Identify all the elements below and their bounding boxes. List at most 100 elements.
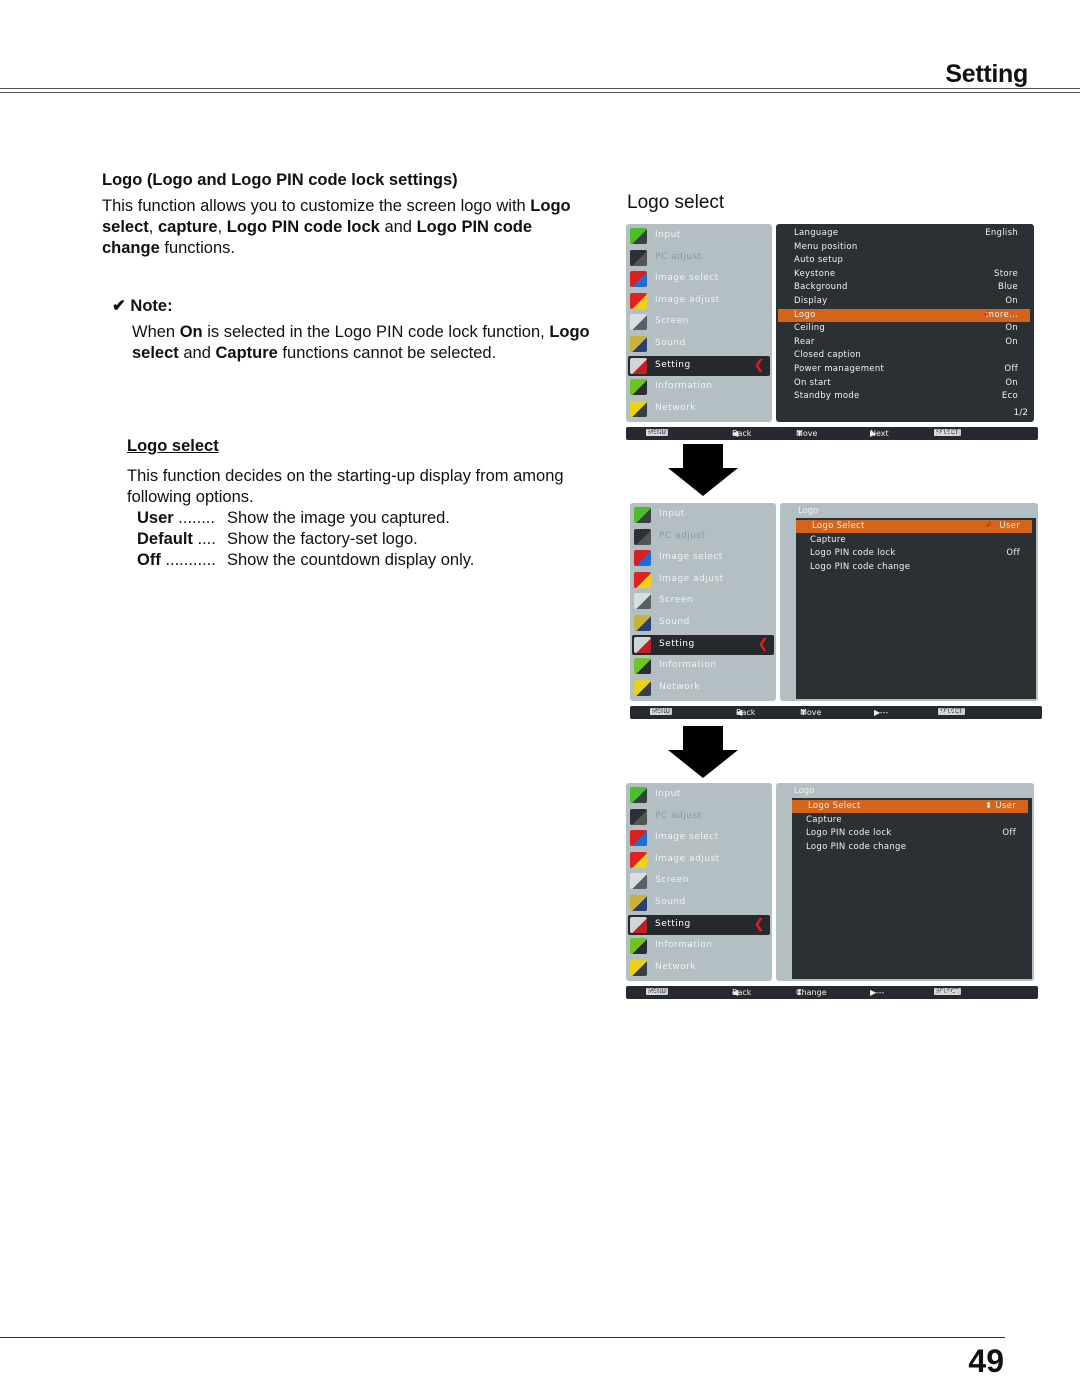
submenu-item-background[interactable]: Background Blue (794, 281, 1030, 294)
submenu-item-capture[interactable]: Capture (810, 534, 1032, 547)
menu-category-label: Network (655, 961, 697, 972)
menu-category-screen[interactable]: Screen (628, 312, 770, 332)
submenu-item-logo-pin-code-change[interactable]: Logo PIN code change (806, 841, 1028, 854)
key-guide-label: Move (796, 429, 818, 438)
menu-category-label: Input (655, 789, 681, 799)
key-guide-label: ----- (870, 988, 885, 997)
submenu-heading: Logo (798, 506, 819, 516)
menu-category-setting[interactable]: Setting ❮ (628, 914, 770, 935)
submenu-item-standby-mode[interactable]: Standby mode Eco (794, 390, 1030, 403)
submenu-item-logo-pin-code-lock[interactable]: Logo PIN code lock Off (806, 827, 1028, 840)
submenu-item-value: Off (1002, 828, 1016, 839)
menu-category-image-select[interactable]: Image select (628, 269, 770, 289)
submenu-item-auto-setup[interactable]: Auto setup (794, 254, 1030, 267)
submenu-item-on-start[interactable]: On start On (794, 377, 1030, 390)
option-key: Off (137, 551, 161, 569)
menu-category-image-select[interactable]: Image select (628, 828, 770, 848)
submenu-item-value: Off (1006, 548, 1020, 559)
key-guide-label: Select (934, 988, 959, 997)
submenu-item-value: On (1005, 296, 1018, 306)
menu-category-label: Information (655, 381, 713, 392)
menu-category-network[interactable]: Network (628, 399, 770, 419)
key-guide-label: Exit (646, 988, 662, 997)
menu-category-label: Network (655, 402, 697, 413)
menu-category-label: Network (659, 681, 701, 692)
option-description: Show the factory-set logo. (227, 530, 418, 548)
key-guide-label: Back (732, 988, 752, 997)
information-icon (630, 938, 647, 955)
key-guide-label: Back (736, 708, 756, 717)
option-dots: ........... (160, 551, 216, 569)
pc-adjust-icon (630, 808, 647, 825)
pc-adjust-icon (634, 528, 651, 545)
text-run: functions. (159, 239, 235, 257)
submenu-item-logo-select[interactable]: Logo Select User ↲ (796, 520, 1032, 533)
submenu-item-label: Logo PIN code lock (810, 548, 896, 559)
submenu-item-logo-pin-code-change[interactable]: Logo PIN code change (810, 561, 1032, 574)
sound-icon (630, 895, 647, 911)
image-adjust-icon (630, 292, 647, 309)
menu-category-pc-adjust[interactable]: PC adjust (628, 248, 770, 268)
submenu-item-value: User (999, 521, 1020, 531)
submenu-item-label: Keystone (794, 268, 836, 279)
projector-menu-logo-select: Input PC adjust Image select Image adjust Sc… (626, 783, 1038, 999)
network-icon (630, 959, 647, 976)
submenu-item-value: Store (994, 268, 1018, 279)
image-adjust-icon (634, 571, 651, 588)
menu-category-image-adjust[interactable]: Image adjust (628, 291, 770, 311)
submenu-item-label: Logo PIN code change (810, 561, 911, 572)
submenu-item-capture[interactable]: Capture (806, 814, 1028, 827)
note-text: When On is selected in the Logo PIN code… (132, 322, 592, 364)
menu-category-screen[interactable]: Screen (628, 871, 770, 891)
submenu-item-logo-pin-code-lock[interactable]: Logo PIN code lock Off (810, 547, 1032, 560)
option-row: User ........ Show the image you captured… (137, 508, 450, 529)
submenu-item-keystone[interactable]: Keystone Store (794, 268, 1030, 281)
menu-category-input[interactable]: Input (632, 505, 774, 525)
menu-category-setting[interactable]: Setting ❮ (628, 355, 770, 376)
menu-category-label: Sound (655, 897, 686, 907)
intro-paragraph: This function allows you to customize th… (102, 196, 582, 259)
pc-adjust-icon (630, 249, 647, 266)
menu-category-information[interactable]: Information (632, 656, 774, 676)
menu-category-image-select[interactable]: Image select (632, 548, 774, 568)
submenu-item-rear[interactable]: Rear On (794, 336, 1030, 349)
submenu-item-label: Capture (806, 814, 842, 825)
submenu-item-label: Auto setup (794, 255, 844, 266)
menu-category-pc-adjust[interactable]: PC adjust (632, 527, 774, 547)
submenu-item-logo[interactable]: Logo more... ↲ (778, 308, 1030, 322)
submenu-item-menu-position[interactable]: Menu position (794, 241, 1030, 254)
submenu-item-label: Rear (794, 336, 815, 347)
menu-category-pc-adjust[interactable]: PC adjust (628, 807, 770, 827)
setting-icon (630, 916, 647, 933)
menu-category-network[interactable]: Network (628, 958, 770, 978)
submenu-item-value: ⬍ User (985, 801, 1016, 811)
menu-category-image-adjust[interactable]: Image adjust (628, 850, 770, 870)
menu-category-label: Setting (655, 359, 691, 370)
option-row: Off ........... Show the countdown displa… (137, 550, 474, 571)
submenu-item-ceiling[interactable]: Ceiling On (794, 322, 1030, 335)
submenu-item-power-management[interactable]: Power management Off (794, 363, 1030, 376)
menu-category-information[interactable]: Information (628, 936, 770, 956)
category-panel: Input PC adjust Image select Image adjust Sc… (630, 503, 776, 701)
menu-category-network[interactable]: Network (632, 678, 774, 698)
projector-menu-setting: Input PC adjust Image select Image adjust Sc… (626, 224, 1038, 440)
submenu-item-value: Off (1004, 364, 1018, 374)
submenu-item-language[interactable]: Language English (794, 227, 1030, 240)
menu-category-label: Input (655, 230, 681, 240)
menu-category-input[interactable]: Input (628, 226, 770, 246)
menu-category-image-adjust[interactable]: Image adjust (632, 570, 774, 590)
image-select-icon (634, 550, 651, 567)
menu-category-information[interactable]: Information (628, 377, 770, 397)
menu-category-setting[interactable]: Setting ❮ (632, 634, 774, 655)
menu-category-sound[interactable]: Sound (628, 893, 770, 913)
submenu-item-logo-select[interactable]: Logo Select ⬍ User (792, 800, 1028, 813)
menu-category-sound[interactable]: Sound (632, 613, 774, 633)
text-run: and (379, 218, 417, 236)
menu-category-label: Sound (655, 338, 686, 348)
menu-category-screen[interactable]: Screen (632, 591, 774, 611)
submenu-item-label: Ceiling (794, 323, 826, 334)
submenu-item-closed-caption[interactable]: Closed caption (794, 349, 1030, 362)
menu-category-input[interactable]: Input (628, 785, 770, 805)
menu-category-sound[interactable]: Sound (628, 334, 770, 354)
submenu-item-display[interactable]: Display On (794, 295, 1030, 308)
